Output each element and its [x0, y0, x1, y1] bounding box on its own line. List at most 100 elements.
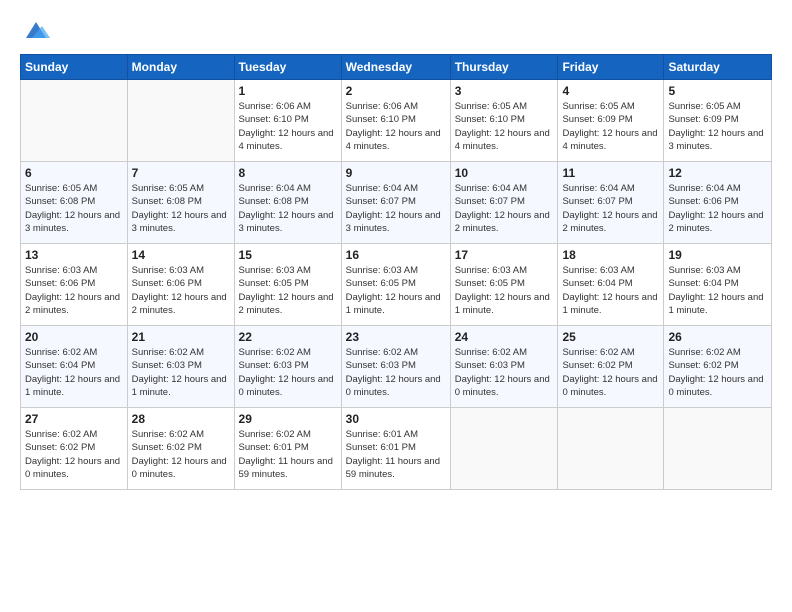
calendar-cell — [558, 408, 664, 490]
day-detail: Sunrise: 6:02 AM Sunset: 6:03 PM Dayligh… — [346, 346, 446, 399]
logo — [20, 16, 50, 44]
day-detail: Sunrise: 6:02 AM Sunset: 6:02 PM Dayligh… — [668, 346, 767, 399]
page: SundayMondayTuesdayWednesdayThursdayFrid… — [0, 0, 792, 612]
weekday-header-sunday: Sunday — [21, 55, 128, 80]
header — [20, 16, 772, 44]
calendar-cell: 20 Sunrise: 6:02 AM Sunset: 6:04 PM Dayli… — [21, 326, 128, 408]
day-detail: Sunrise: 6:02 AM Sunset: 6:02 PM Dayligh… — [25, 428, 123, 481]
day-number: 22 — [239, 330, 337, 344]
day-detail: Sunrise: 6:02 AM Sunset: 6:02 PM Dayligh… — [132, 428, 230, 481]
day-number: 14 — [132, 248, 230, 262]
calendar-cell: 18Sunrise: 6:03 AM Sunset: 6:04 PM Dayli… — [558, 244, 664, 326]
day-detail: Sunrise: 6:03 AM Sunset: 6:05 PM Dayligh… — [346, 264, 446, 317]
calendar-cell: 3 Sunrise: 6:05 AM Sunset: 6:10 PM Daylig… — [450, 80, 558, 162]
day-number: 11 — [562, 166, 659, 180]
calendar-table: SundayMondayTuesdayWednesdayThursdayFrid… — [20, 54, 772, 490]
weekday-header-wednesday: Wednesday — [341, 55, 450, 80]
calendar-cell: 9Sunrise: 6:04 AM Sunset: 6:07 PM Daylig… — [341, 162, 450, 244]
calendar-cell: 27Sunrise: 6:02 AM Sunset: 6:02 PM Dayli… — [21, 408, 128, 490]
day-number: 29 — [239, 412, 337, 426]
day-detail: Sunrise: 6:02 AM Sunset: 6:04 PM Dayligh… — [25, 346, 123, 399]
weekday-header-friday: Friday — [558, 55, 664, 80]
day-number: 19 — [668, 248, 767, 262]
calendar-cell: 15 Sunrise: 6:03 AM Sunset: 6:05 PM Dayli… — [234, 244, 341, 326]
day-number: 13 — [25, 248, 123, 262]
day-number: 20 — [25, 330, 123, 344]
calendar-cell: 23 Sunrise: 6:02 AM Sunset: 6:03 PM Dayli… — [341, 326, 450, 408]
calendar-cell: 6 Sunrise: 6:05 AM Sunset: 6:08 PM Daylig… — [21, 162, 128, 244]
day-number: 26 — [668, 330, 767, 344]
day-detail: Sunrise: 6:05 AM Sunset: 6:10 PM Dayligh… — [455, 100, 554, 153]
calendar-cell: 26 Sunrise: 6:02 AM Sunset: 6:02 PM Dayli… — [664, 326, 772, 408]
calendar-cell: 4 Sunrise: 6:05 AM Sunset: 6:09 PM Daylig… — [558, 80, 664, 162]
day-number: 21 — [132, 330, 230, 344]
day-detail: Sunrise: 6:06 AM Sunset: 6:10 PM Dayligh… — [346, 100, 446, 153]
calendar-cell: 16 Sunrise: 6:03 AM Sunset: 6:05 PM Dayli… — [341, 244, 450, 326]
calendar-cell — [21, 80, 128, 162]
calendar-week-row: 13 Sunrise: 6:03 AM Sunset: 6:06 PM Dayli… — [21, 244, 772, 326]
calendar-cell: 19Sunrise: 6:03 AM Sunset: 6:04 PM Dayli… — [664, 244, 772, 326]
calendar-week-row: 6 Sunrise: 6:05 AM Sunset: 6:08 PM Daylig… — [21, 162, 772, 244]
day-detail: Sunrise: 6:04 AM Sunset: 6:07 PM Dayligh… — [455, 182, 554, 235]
day-number: 24 — [455, 330, 554, 344]
day-detail: Sunrise: 6:05 AM Sunset: 6:09 PM Dayligh… — [668, 100, 767, 153]
day-number: 10 — [455, 166, 554, 180]
calendar-cell: 13 Sunrise: 6:03 AM Sunset: 6:06 PM Dayli… — [21, 244, 128, 326]
day-number: 2 — [346, 84, 446, 98]
day-detail: Sunrise: 6:03 AM Sunset: 6:06 PM Dayligh… — [132, 264, 230, 317]
weekday-header-monday: Monday — [127, 55, 234, 80]
day-number: 8 — [239, 166, 337, 180]
day-detail: Sunrise: 6:04 AM Sunset: 6:07 PM Dayligh… — [562, 182, 659, 235]
day-number: 23 — [346, 330, 446, 344]
calendar-cell: 5 Sunrise: 6:05 AM Sunset: 6:09 PM Daylig… — [664, 80, 772, 162]
day-detail: Sunrise: 6:02 AM Sunset: 6:03 PM Dayligh… — [455, 346, 554, 399]
day-number: 15 — [239, 248, 337, 262]
day-detail: Sunrise: 6:04 AM Sunset: 6:08 PM Dayligh… — [239, 182, 337, 235]
day-number: 18 — [562, 248, 659, 262]
day-detail: Sunrise: 6:03 AM Sunset: 6:06 PM Dayligh… — [25, 264, 123, 317]
day-number: 1 — [239, 84, 337, 98]
calendar-cell — [664, 408, 772, 490]
day-number: 16 — [346, 248, 446, 262]
calendar-cell: 10 Sunrise: 6:04 AM Sunset: 6:07 PM Dayli… — [450, 162, 558, 244]
day-detail: Sunrise: 6:02 AM Sunset: 6:02 PM Dayligh… — [562, 346, 659, 399]
day-detail: Sunrise: 6:04 AM Sunset: 6:07 PM Dayligh… — [346, 182, 446, 235]
day-number: 12 — [668, 166, 767, 180]
day-number: 28 — [132, 412, 230, 426]
calendar-cell: 30 Sunrise: 6:01 AM Sunset: 6:01 PM Dayli… — [341, 408, 450, 490]
day-detail: Sunrise: 6:02 AM Sunset: 6:03 PM Dayligh… — [132, 346, 230, 399]
weekday-header-row: SundayMondayTuesdayWednesdayThursdayFrid… — [21, 55, 772, 80]
day-number: 7 — [132, 166, 230, 180]
day-detail: Sunrise: 6:03 AM Sunset: 6:05 PM Dayligh… — [239, 264, 337, 317]
day-number: 6 — [25, 166, 123, 180]
day-number: 5 — [668, 84, 767, 98]
day-detail: Sunrise: 6:06 AM Sunset: 6:10 PM Dayligh… — [239, 100, 337, 153]
calendar-cell — [450, 408, 558, 490]
day-detail: Sunrise: 6:01 AM Sunset: 6:01 PM Dayligh… — [346, 428, 446, 481]
day-detail: Sunrise: 6:05 AM Sunset: 6:08 PM Dayligh… — [25, 182, 123, 235]
calendar-cell: 14 Sunrise: 6:03 AM Sunset: 6:06 PM Dayli… — [127, 244, 234, 326]
day-detail: Sunrise: 6:05 AM Sunset: 6:09 PM Dayligh… — [562, 100, 659, 153]
day-number: 25 — [562, 330, 659, 344]
day-detail: Sunrise: 6:04 AM Sunset: 6:06 PM Dayligh… — [668, 182, 767, 235]
calendar-week-row: 20 Sunrise: 6:02 AM Sunset: 6:04 PM Dayli… — [21, 326, 772, 408]
day-detail: Sunrise: 6:02 AM Sunset: 6:03 PM Dayligh… — [239, 346, 337, 399]
day-number: 4 — [562, 84, 659, 98]
calendar-cell: 1 Sunrise: 6:06 AM Sunset: 6:10 PM Daylig… — [234, 80, 341, 162]
calendar-cell: 28 Sunrise: 6:02 AM Sunset: 6:02 PM Dayli… — [127, 408, 234, 490]
calendar-cell: 29 Sunrise: 6:02 AM Sunset: 6:01 PM Dayli… — [234, 408, 341, 490]
day-number: 17 — [455, 248, 554, 262]
calendar-cell: 21 Sunrise: 6:02 AM Sunset: 6:03 PM Dayli… — [127, 326, 234, 408]
weekday-header-tuesday: Tuesday — [234, 55, 341, 80]
day-detail: Sunrise: 6:03 AM Sunset: 6:05 PM Dayligh… — [455, 264, 554, 317]
calendar-cell: 25 Sunrise: 6:02 AM Sunset: 6:02 PM Dayli… — [558, 326, 664, 408]
weekday-header-thursday: Thursday — [450, 55, 558, 80]
calendar-cell: 8 Sunrise: 6:04 AM Sunset: 6:08 PM Daylig… — [234, 162, 341, 244]
day-number: 30 — [346, 412, 446, 426]
calendar-cell: 7Sunrise: 6:05 AM Sunset: 6:08 PM Daylig… — [127, 162, 234, 244]
day-detail: Sunrise: 6:02 AM Sunset: 6:01 PM Dayligh… — [239, 428, 337, 481]
calendar-cell: 17 Sunrise: 6:03 AM Sunset: 6:05 PM Dayli… — [450, 244, 558, 326]
calendar-cell: 24 Sunrise: 6:02 AM Sunset: 6:03 PM Dayli… — [450, 326, 558, 408]
calendar-cell: 2 Sunrise: 6:06 AM Sunset: 6:10 PM Daylig… — [341, 80, 450, 162]
day-number: 3 — [455, 84, 554, 98]
